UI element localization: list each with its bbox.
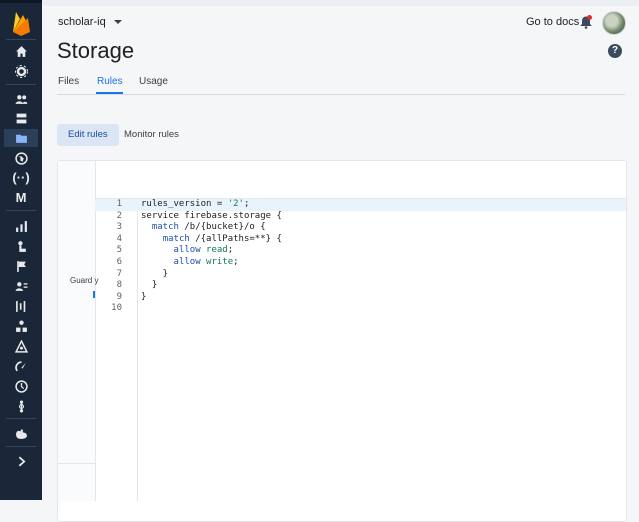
database-icon[interactable]	[4, 109, 38, 127]
code-line[interactable]: 10	[95, 303, 626, 315]
code-line[interactable]: 8 }	[95, 280, 626, 292]
top-strip	[42, 0, 639, 6]
edit-rules-button[interactable]: Edit rules	[57, 124, 119, 146]
clock-icon[interactable]	[4, 377, 38, 395]
sidebar-top-strip	[0, 0, 42, 3]
monitor-rules-button[interactable]: Monitor rules	[113, 124, 190, 146]
page-title: Storage	[57, 38, 135, 63]
hosting-globe-icon[interactable]	[4, 149, 38, 167]
storage-folder-icon[interactable]	[4, 129, 38, 147]
code-line[interactable]: 4 match /{allPaths=**} {	[95, 234, 626, 246]
active-tab-indicator	[96, 92, 123, 94]
code-line[interactable]: 5 allow read;	[95, 245, 626, 257]
code-line[interactable]: 3 match /b/{bucket}/o {	[95, 222, 626, 234]
firebase-logo-icon[interactable]	[10, 10, 32, 36]
tab-usage[interactable]: Usage	[139, 76, 168, 87]
performance-icon[interactable]	[4, 357, 38, 375]
functions-icon[interactable]: (··)	[4, 168, 38, 186]
editor-toolbar	[95, 161, 626, 199]
avatar[interactable]	[602, 11, 626, 35]
code-line[interactable]: 6 allow write;	[95, 257, 626, 269]
help-icon[interactable]: ?	[608, 44, 622, 58]
code-line[interactable]: 7 }	[95, 269, 626, 281]
audiences-icon[interactable]	[4, 277, 38, 295]
code-editor[interactable]: 1 rules_version = '2'; 2 service firebas…	[95, 199, 626, 315]
notification-bell-icon[interactable]	[579, 15, 593, 29]
home-icon[interactable]	[4, 42, 38, 60]
tab-rules[interactable]: Rules	[97, 76, 123, 87]
sidebar: (··) M	[0, 0, 42, 500]
code-line[interactable]: 9 }	[95, 292, 626, 304]
chevron-down-icon	[113, 20, 122, 24]
tab-bar: Files Rules Usage	[57, 70, 625, 95]
analytics-bar-icon[interactable]	[4, 217, 38, 235]
predictions-icon[interactable]	[4, 237, 38, 255]
gear-icon[interactable]	[4, 62, 38, 80]
expand-chevron-icon[interactable]	[4, 452, 38, 470]
notification-dot	[587, 15, 592, 20]
flag-icon[interactable]	[4, 257, 38, 275]
go-to-docs-link[interactable]: Go to docs	[526, 16, 579, 28]
project-name: scholar-iq	[58, 16, 106, 28]
a-b-testing-icon[interactable]	[4, 297, 38, 315]
crashlytics-icon[interactable]	[4, 397, 38, 415]
history-panel: Guard y	[58, 161, 98, 501]
extensions-icon[interactable]	[4, 317, 38, 335]
extensions-hand-icon[interactable]	[4, 424, 38, 442]
rules-editor-card: Guard y 1 rules_version = '2'; 2 service…	[57, 160, 627, 522]
distribution-icon[interactable]	[4, 337, 38, 355]
code-line[interactable]: 2 service firebase.storage {	[95, 211, 626, 223]
ml-icon[interactable]: M	[4, 188, 38, 206]
project-selector[interactable]: scholar-iq	[58, 16, 122, 28]
users-icon[interactable]	[4, 90, 38, 108]
tab-files[interactable]: Files	[58, 76, 79, 87]
code-line[interactable]: 1 rules_version = '2';	[95, 199, 626, 211]
